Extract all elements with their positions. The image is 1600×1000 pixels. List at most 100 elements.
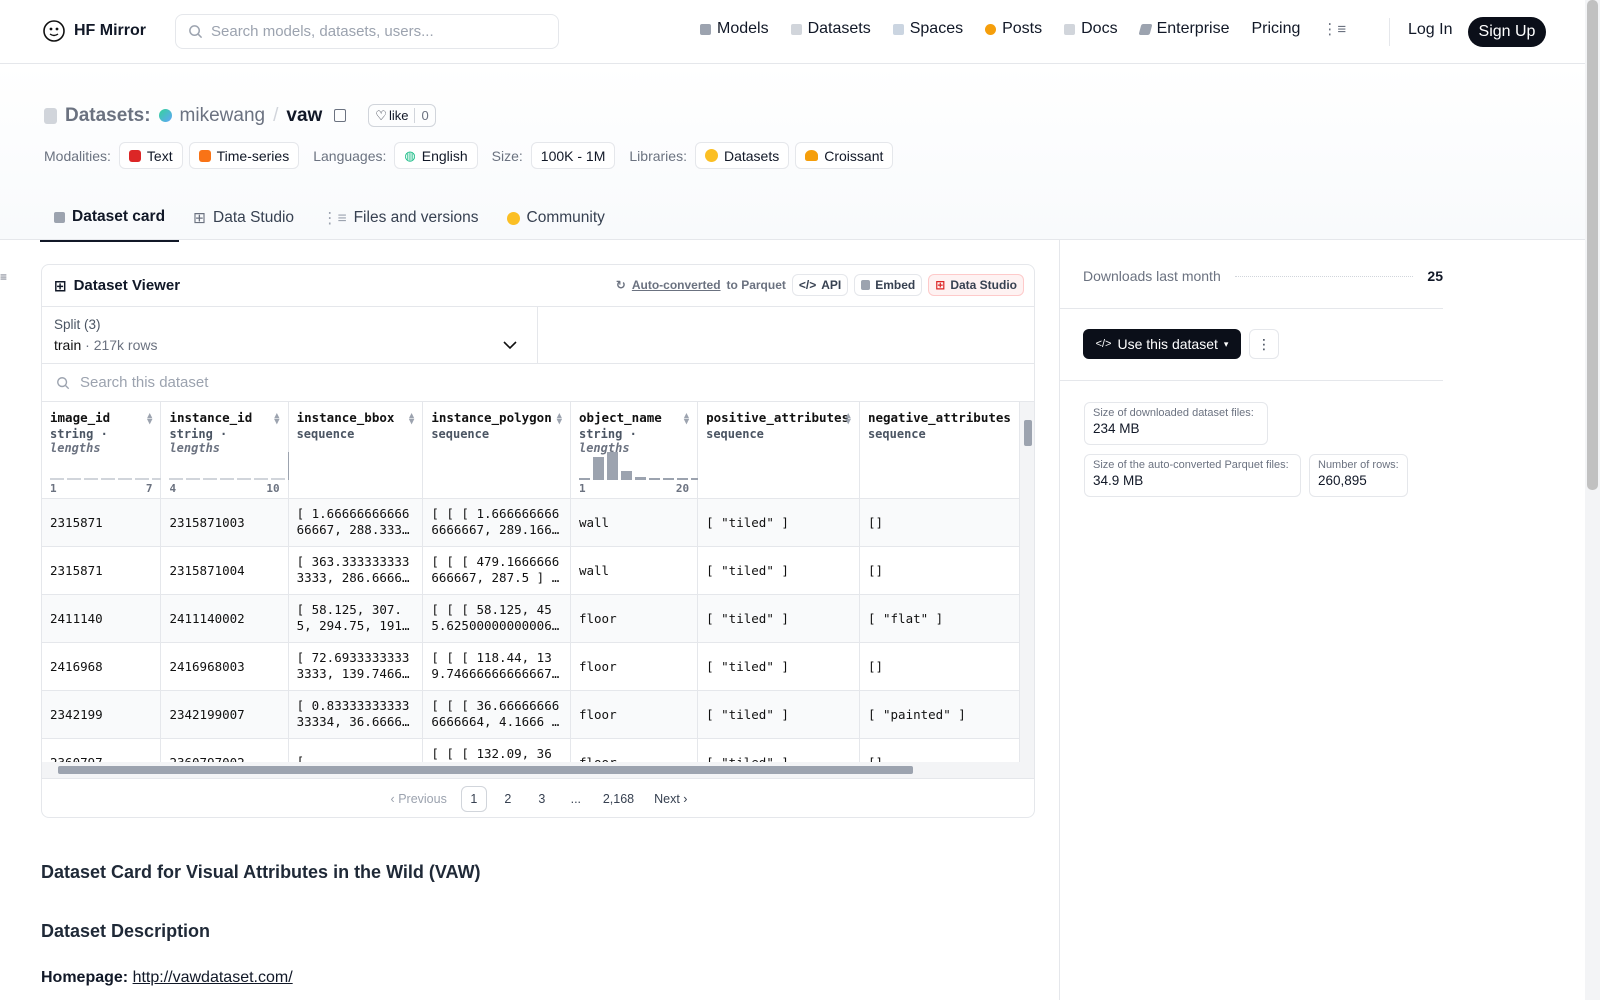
table-cell[interactable]: [ [ [ 132.09, 361.86 [422, 738, 571, 762]
sort-icon[interactable]: ▲ ▼ [274, 412, 279, 427]
page-scrollbar[interactable] [1585, 0, 1600, 1000]
tag-english[interactable]: ◍ English [394, 142, 478, 169]
table-cell[interactable]: [ "tiled" ] [697, 738, 860, 762]
table-cell[interactable]: 2416968 [42, 642, 162, 691]
like-button[interactable]: ♡ like 0 [368, 104, 436, 127]
histogram-bar[interactable] [118, 477, 132, 480]
page-2-button[interactable]: 2 [495, 786, 521, 812]
histogram-bar[interactable] [169, 477, 184, 480]
table-row[interactable]: 2411140 2411140002[ 58.125, 307.5, 294.75… [42, 594, 1020, 643]
table-cell[interactable]: [ "tiled" ] [697, 498, 860, 547]
column-header[interactable]: instance_bbox sequence ▲ ▼ [288, 402, 424, 499]
nav-posts[interactable]: Posts [985, 20, 1042, 38]
table-cell[interactable]: wall [570, 498, 699, 547]
table-cell[interactable]: [ "painted" ] [859, 690, 1020, 739]
histogram-bar[interactable] [67, 477, 81, 480]
table-cell[interactable]: [ 0.8333333333333334, 36.666666666666664… [288, 690, 424, 739]
table-cell[interactable]: [ [ [ 479.1666666666667, 287.5 ] ] ] [422, 546, 571, 595]
nav-models[interactable]: Models [700, 20, 769, 38]
column-header[interactable]: instance_id string · lengths ▲ ▼ 4 10 [160, 402, 303, 499]
histogram-bar[interactable] [620, 471, 632, 480]
histogram-bar[interactable] [186, 477, 201, 480]
table-cell[interactable]: 2342199007 [160, 690, 289, 739]
histogram-bar[interactable] [662, 477, 674, 480]
table-cell[interactable]: 2315871 [42, 498, 162, 547]
table-cell[interactable]: [ [ [ 1.6666666666666667, 289.1666666666… [422, 498, 571, 547]
histogram-bar[interactable] [578, 477, 590, 480]
table-cell[interactable]: floor [570, 690, 699, 739]
table-cell[interactable]: [ 1.6666666666666667, 288.3333333333333,… [288, 498, 424, 547]
column-header[interactable]: negative_attributes sequence [859, 402, 1020, 499]
table-cell[interactable]: [ "tiled" ] [697, 690, 860, 739]
column-header[interactable]: image_id string · lengths ▲ ▼ 1 7 [42, 402, 183, 499]
table-cell[interactable]: wall [570, 546, 699, 595]
sort-icon[interactable]: ▲ ▼ [409, 412, 414, 427]
table-cell[interactable]: 2315871003 [160, 498, 289, 547]
tab-dataset-card[interactable]: Dataset card [40, 198, 180, 242]
login-link[interactable]: Log In [1408, 21, 1452, 39]
table-row[interactable]: 2315871 2315871003[ 1.6666666666666667, 2… [42, 498, 1020, 547]
table-row[interactable]: 2315871 2315871004[ 363.3333333333333, 28… [42, 546, 1020, 595]
data-studio-button[interactable]: ⊞ Data Studio [928, 274, 1024, 296]
sort-icon[interactable]: ▲ ▼ [684, 412, 689, 427]
tag-size[interactable]: 100K - 1M [530, 142, 616, 169]
table-row[interactable]: 2416968 2416968003[ 72.69333333333333, 13… [42, 642, 1020, 691]
sort-icon[interactable]: ▲ ▼ [557, 412, 562, 427]
repo-name[interactable]: vaw [286, 105, 322, 127]
histogram-bar[interactable] [135, 477, 149, 480]
page-1-button[interactable]: 1 [460, 786, 487, 812]
table-cell[interactable]: [ "flat" ] [859, 594, 1020, 643]
last-page-button[interactable]: 2,168 [597, 786, 640, 812]
histogram-bar[interactable] [84, 477, 98, 480]
table-cell[interactable]: 2416968003 [160, 642, 289, 691]
tab-community[interactable]: Community [493, 198, 619, 242]
tag-time-series[interactable]: Time-series [188, 142, 300, 169]
histogram-bar[interactable] [220, 477, 235, 480]
table-cell[interactable]: [ 363.3333333333333, 286.6666666666667, … [288, 546, 424, 595]
table-cell[interactable]: [ "tiled" ] [697, 594, 860, 643]
split-selector[interactable]: Split (3) train · 217k rows [42, 307, 1034, 364]
embed-button[interactable]: Embed [854, 274, 923, 296]
tag-text[interactable]: Text [118, 142, 183, 169]
histogram-bar[interactable] [271, 477, 286, 480]
more-options-button[interactable]: ⋮ [1249, 329, 1279, 359]
homepage-link[interactable]: http://vawdataset.com/ [133, 969, 293, 986]
table-horizontal-scrollbar[interactable] [42, 762, 1034, 778]
tab-files-and-versions[interactable]: ⋮≡ Files and versions [308, 198, 492, 242]
sort-icon[interactable]: ▲ ▼ [147, 412, 152, 427]
tag-croissant[interactable]: Croissant [795, 142, 894, 169]
table-cell[interactable]: [ "tiled" ] [697, 642, 860, 691]
page-3-button[interactable]: 3 [529, 786, 555, 812]
table-cell[interactable]: [] [859, 642, 1020, 691]
api-button[interactable]: </> API [791, 274, 849, 296]
table-cell[interactable]: floor [570, 738, 699, 762]
table-row[interactable]: 2342199 2342199007[ 0.8333333333333334, 3… [42, 690, 1020, 739]
table-cell[interactable]: 2342199 [42, 690, 162, 739]
histogram-bar[interactable] [101, 477, 115, 480]
global-search[interactable] [175, 14, 559, 49]
table-cell[interactable]: 2360797 [42, 738, 162, 762]
page-scroll-thumb[interactable] [1587, 0, 1598, 490]
nav-datasets[interactable]: Datasets [790, 20, 871, 38]
histogram-bar[interactable] [634, 476, 646, 480]
table-cell[interactable]: [ 58.125, 307.5, 294.75, 191.625 ] [288, 594, 424, 643]
table-cell[interactable]: 2411140002 [160, 594, 289, 643]
histogram-bar[interactable] [606, 451, 618, 480]
table-cell[interactable]: [ [ [ 58.125, 455.62500000000006 ] ] ] [422, 594, 571, 643]
vertical-scroll-thumb[interactable] [1024, 420, 1032, 446]
table-cell[interactable]: 2315871 [42, 546, 162, 595]
table-cell[interactable]: [] [859, 498, 1020, 547]
table-row[interactable]: 23607972360797002 [[ [ [ 132.09, 361.86 fl… [42, 738, 1020, 762]
search-input[interactable] [211, 23, 541, 40]
signup-button[interactable]: Sign Up [1468, 17, 1546, 47]
table-cell[interactable]: [ "tiled" ] [697, 546, 860, 595]
table-cell[interactable]: 2315871004 [160, 546, 289, 595]
use-dataset-button[interactable]: </> Use this dataset ▾ [1083, 329, 1241, 359]
logo[interactable]: HF Mirror [42, 19, 146, 43]
nav-pricing[interactable]: Pricing [1251, 20, 1300, 38]
column-header[interactable]: object_name string · lengths ▲ ▼ 1 20 [570, 402, 716, 499]
table-cell[interactable]: [] [859, 546, 1020, 595]
table-cell[interactable]: 2360797002 [160, 738, 289, 762]
tag-datasets-lib[interactable]: Datasets [694, 142, 790, 169]
column-header[interactable]: instance_polygon sequence ▲ ▼ [422, 402, 571, 499]
